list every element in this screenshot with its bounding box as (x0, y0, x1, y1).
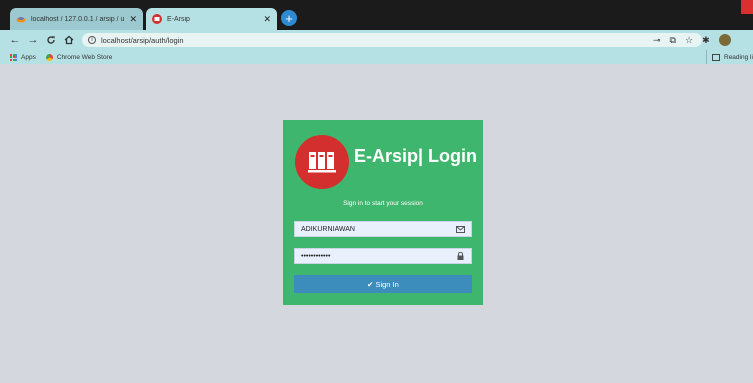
lock-icon (455, 252, 465, 260)
phpmyadmin-icon (16, 14, 26, 24)
bookmark-apps[interactable]: Apps (10, 53, 36, 61)
extensions-icon[interactable]: ✱ (702, 35, 710, 46)
url-text: localhost/arsip/auth/login (101, 35, 184, 45)
window-close-button[interactable] (741, 0, 753, 14)
bookmarks-bar: Apps Chrome Web Store Reading li (0, 50, 753, 64)
tab-title: E-Arsip (167, 15, 190, 23)
archive-logo-icon (295, 135, 349, 189)
tab-e-arsip[interactable]: E-Arsip ✕ (146, 8, 277, 30)
reading-list-button[interactable]: Reading li (706, 50, 753, 64)
site-info-icon[interactable]: i (88, 36, 96, 44)
password-input[interactable] (301, 252, 455, 260)
bookmark-label: Chrome Web Store (56, 53, 113, 61)
browser-toolbar: ← → i localhost/arsip/auth/login ⊸ ⧉ ☆ ✱ (0, 30, 753, 50)
share-icon[interactable]: ⧉ (670, 35, 676, 46)
sign-in-label: Sign In (375, 279, 399, 289)
tab-title: localhost / 127.0.0.1 / arsip / user (31, 15, 125, 23)
reading-list-label: Reading li (724, 53, 753, 61)
envelope-icon (455, 225, 465, 233)
back-icon[interactable]: ← (8, 33, 22, 47)
bookmark-chrome-web-store[interactable]: Chrome Web Store (45, 53, 113, 61)
address-bar[interactable]: i localhost/arsip/auth/login (82, 33, 702, 47)
apps-grid-icon (10, 53, 17, 61)
reading-list-icon (712, 53, 720, 61)
username-field[interactable] (294, 221, 472, 237)
sign-in-button[interactable]: ✔ Sign In (294, 275, 472, 293)
new-tab-button[interactable]: + (281, 10, 297, 26)
star-icon[interactable]: ☆ (685, 35, 693, 46)
home-icon[interactable] (62, 33, 76, 47)
check-icon: ✔ (367, 279, 374, 289)
profile-avatar[interactable] (718, 34, 731, 46)
reload-icon[interactable] (44, 33, 58, 47)
password-field[interactable] (294, 248, 472, 264)
username-input[interactable] (301, 225, 455, 233)
tab-strip: localhost / 127.0.0.1 / arsip / user ✕ E… (0, 0, 753, 30)
login-title: E-Arsip| Login (354, 146, 478, 166)
key-icon[interactable]: ⊸ (653, 35, 661, 46)
login-subtitle: Sign in to start your session (343, 200, 423, 207)
close-tab-icon[interactable]: ✕ (129, 14, 137, 25)
forward-icon[interactable]: → (26, 33, 40, 47)
bookmark-label: Apps (21, 53, 36, 61)
login-panel: E-Arsip| Login Sign in to start your ses… (283, 120, 483, 305)
tab-phpmyadmin[interactable]: localhost / 127.0.0.1 / arsip / user ✕ (10, 8, 143, 30)
site-favicon (152, 14, 162, 24)
close-tab-icon[interactable]: ✕ (263, 14, 271, 25)
chrome-web-store-icon (45, 53, 53, 61)
